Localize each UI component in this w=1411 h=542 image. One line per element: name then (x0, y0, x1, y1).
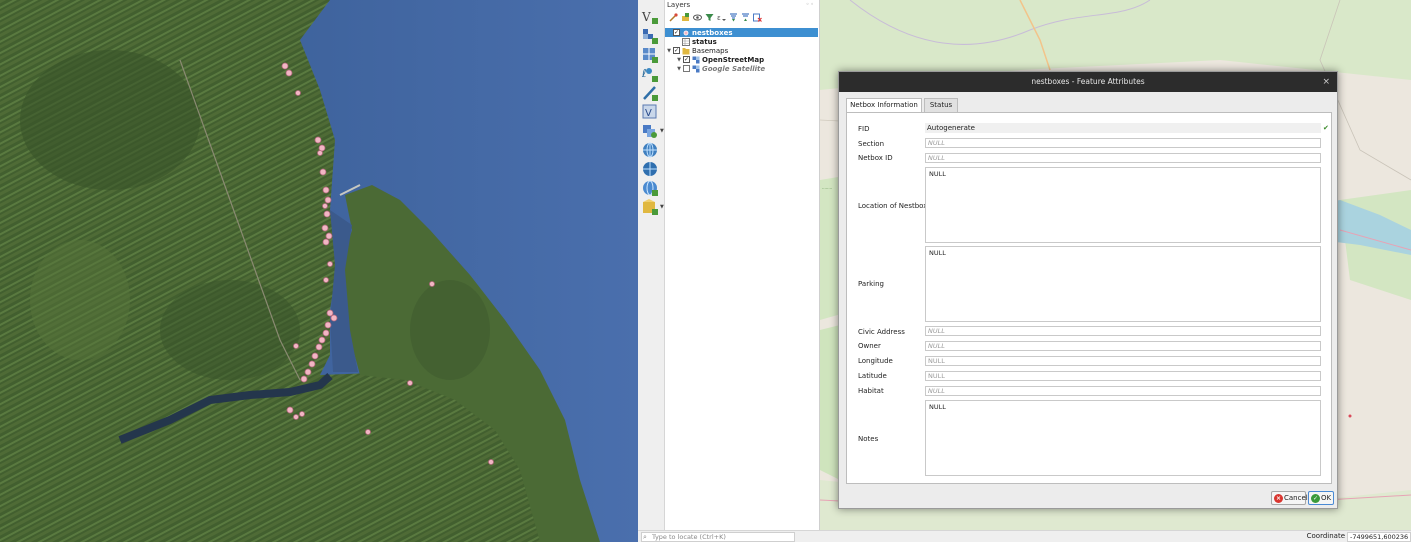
svg-text:V: V (645, 108, 652, 119)
coordinate-field[interactable]: -7499651,600236 (1347, 532, 1411, 542)
field-label-owner: Owner (858, 342, 881, 350)
group-icon (682, 47, 690, 54)
chevron-down-icon[interactable]: ▼ (660, 128, 664, 134)
add-delimited-text-icon[interactable]: ℓ (641, 65, 659, 83)
expression-filter-icon[interactable]: ε (717, 13, 726, 22)
add-xyz-icon[interactable] (641, 179, 659, 197)
dialog-title: nestboxes - Feature Attributes (1031, 77, 1145, 86)
layer-name: status (692, 37, 717, 46)
cancel-button[interactable]: × Cancel (1271, 491, 1308, 505)
ok-label: OK (1321, 494, 1332, 502)
civic-address-input[interactable]: NULL (925, 326, 1321, 336)
close-icon[interactable]: × (1322, 72, 1330, 92)
ok-button[interactable]: ✓ OK (1308, 491, 1334, 505)
add-wms-icon[interactable] (641, 122, 659, 140)
location-of-nestbox-textarea[interactable]: NULL (925, 167, 1321, 243)
layer-name: nestboxes (692, 28, 733, 37)
add-spatialite-icon[interactable] (641, 84, 659, 102)
svg-text:ε: ε (717, 14, 721, 22)
cancel-icon: × (1274, 494, 1283, 503)
chevron-down-icon[interactable]: ▼ (660, 204, 664, 210)
data-source-toolbar: V ℓ V ▼ ▼ (638, 0, 665, 530)
svg-text:ℓ: ℓ (641, 67, 647, 80)
longitude-input[interactable]: NULL (925, 356, 1321, 366)
layers-toolbar: ε (669, 11, 762, 23)
fid-value: Autogenerate (925, 123, 1321, 133)
field-label-longitude: Longitude (858, 357, 893, 365)
field-label-habitat: Habitat (858, 387, 884, 395)
chevron-down-icon[interactable]: ▼ (675, 66, 683, 72)
tab-status[interactable]: Status (924, 98, 958, 112)
svg-text:V: V (641, 10, 651, 24)
field-label-parking: Parking (858, 280, 884, 288)
section-input[interactable]: NULL (925, 138, 1321, 148)
xyz-tile-icon (692, 56, 700, 63)
parking-textarea[interactable]: NULL (925, 246, 1321, 322)
habitat-input[interactable]: NULL (925, 386, 1321, 396)
layer-row-openstreetmap[interactable]: ▼ ✓ OpenStreetMap (665, 55, 818, 64)
layer-name: OpenStreetMap (702, 55, 765, 64)
point-layer-icon (683, 30, 689, 35)
field-label-latitude: Latitude (858, 372, 887, 380)
field-label-location-of-nestbox: Location of Nestbox (858, 202, 928, 210)
satellite-imagery (0, 0, 638, 542)
field-label-fid: FID (858, 125, 870, 133)
layer-visibility-checkbox[interactable] (683, 65, 690, 72)
feature-attributes-dialog: nestboxes - Feature Attributes × Netbox … (838, 71, 1338, 509)
coordinate-label: Coordinate (1306, 532, 1345, 540)
latitude-input[interactable]: NULL (925, 371, 1321, 381)
layer-row-basemaps[interactable]: ▼ ✓ Basemaps (665, 46, 818, 55)
field-label-netbox-id: Netbox ID (858, 154, 893, 162)
filter-legend-icon[interactable] (705, 13, 714, 22)
table-layer-icon (682, 37, 690, 46)
panel-title: Layers (667, 1, 691, 9)
chevron-down-icon[interactable]: ▼ (665, 48, 673, 54)
add-raster-layer-icon[interactable] (641, 27, 659, 45)
status-bar: ⌕ Type to locate (Ctrl+K) Coordinate -74… (638, 530, 1411, 542)
dialog-titlebar[interactable]: nestboxes - Feature Attributes × (839, 72, 1337, 92)
collapse-all-icon[interactable] (741, 12, 750, 22)
add-wfs-icon[interactable] (641, 141, 659, 159)
layer-row-google-satellite[interactable]: ▼ Google Satellite (665, 64, 818, 73)
style-manager-icon[interactable] (669, 12, 678, 22)
panel-close-icon[interactable]: ◦◦ (806, 1, 815, 8)
attribute-form: FID Autogenerate ✔ Section NULL Netbox I… (846, 112, 1332, 484)
map-canvas-satellite[interactable] (0, 0, 638, 542)
field-label-civic-address: Civic Address (858, 328, 905, 336)
qgis-window: V ℓ V ▼ ▼ Layers ◦◦ ε ✓ nestboxes status… (0, 0, 1411, 542)
add-vector-layer-icon[interactable]: V (641, 8, 659, 26)
layer-row-status[interactable]: status (665, 37, 818, 46)
field-label-section: Section (858, 140, 885, 148)
visibility-icon[interactable] (693, 13, 702, 22)
chevron-down-icon[interactable]: ▼ (675, 57, 683, 63)
layer-row-nestboxes[interactable]: ✓ nestboxes (665, 28, 818, 37)
tab-netbox-information[interactable]: Netbox Information (846, 98, 922, 113)
add-mesh-layer-icon[interactable] (641, 46, 659, 64)
new-shapefile-icon[interactable] (641, 198, 659, 216)
layers-panel: Layers ◦◦ ε ✓ nestboxes status ▼ ✓ Basem… (665, 0, 820, 530)
svg-text:········: ········ (822, 186, 832, 191)
add-wcs-icon[interactable] (641, 160, 659, 178)
expand-all-icon[interactable] (729, 12, 738, 22)
add-virtual-layer-icon[interactable]: V (641, 103, 659, 121)
layer-visibility-checkbox[interactable]: ✓ (673, 47, 680, 54)
cancel-label: Cancel (1284, 494, 1308, 502)
remove-layer-icon[interactable] (753, 13, 762, 22)
layer-visibility-checkbox[interactable]: ✓ (673, 29, 680, 36)
notes-textarea[interactable]: NULL (925, 400, 1321, 476)
layer-visibility-checkbox[interactable]: ✓ (683, 56, 690, 63)
field-label-notes: Notes (858, 435, 879, 443)
locator-search-input[interactable]: ⌕ Type to locate (Ctrl+K) (641, 532, 795, 542)
locator-placeholder: Type to locate (Ctrl+K) (652, 533, 726, 541)
layer-name: Basemaps (692, 46, 729, 55)
ok-icon: ✓ (1311, 494, 1320, 503)
search-icon: ⌕ (643, 533, 647, 541)
constraint-check-icon: ✔ (1323, 124, 1329, 132)
netbox-id-input[interactable]: NULL (925, 153, 1321, 163)
xyz-tile-icon (692, 65, 700, 72)
add-group-icon[interactable] (681, 12, 690, 22)
owner-input[interactable]: NULL (925, 341, 1321, 351)
layer-name: Google Satellite (702, 64, 766, 73)
